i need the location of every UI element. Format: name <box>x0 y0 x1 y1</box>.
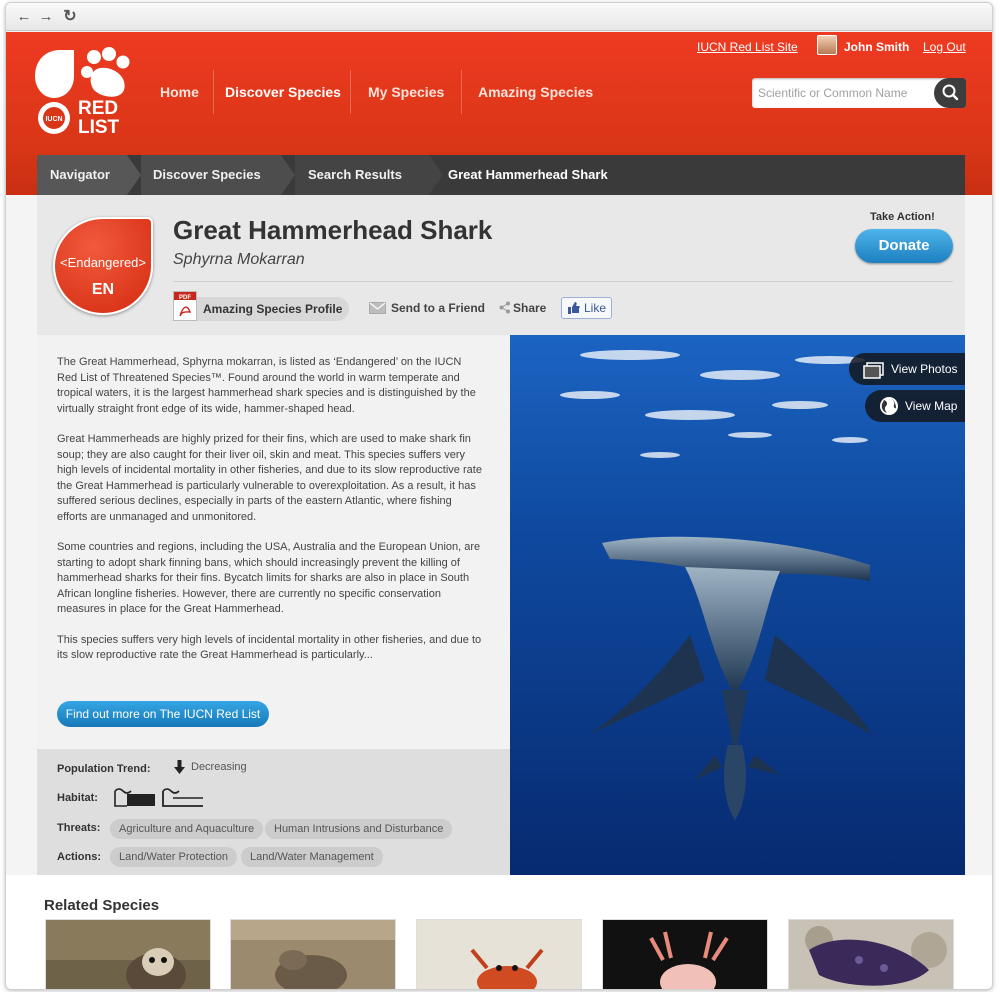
logo-text-red: RED <box>78 98 118 119</box>
species-photo[interactable]: View Photos View Map <box>510 335 965 875</box>
species-facts: Population Trend: Decreasing Habitat: Th… <box>37 749 510 875</box>
related-species-thumbnail[interactable] <box>788 919 954 989</box>
breadcrumb-separator <box>127 155 141 195</box>
send-to-friend-link[interactable]: Send to a Friend <box>391 301 485 315</box>
related-species-thumbnail[interactable] <box>45 919 211 989</box>
threats-label: Threats: <box>57 822 101 834</box>
nav-divider <box>213 70 214 114</box>
species-profile-button[interactable]: PDF Amazing Species Profile <box>173 291 349 321</box>
action-tag[interactable]: Land/Water Management <box>241 847 383 867</box>
browser-window: ← → ↻ IUCN RED LIST Home Discover Specie… <box>5 2 993 990</box>
nav-amazing-species[interactable]: Amazing Species <box>478 84 593 100</box>
find-more-button[interactable]: Find out more on The IUCN Red List <box>57 701 269 727</box>
description-paragraph: The Great Hammerhead, Sphyrna mokarran, … <box>57 356 476 415</box>
species-header-panel: <Endangered> EN Great Hammerhead Shark S… <box>37 195 965 335</box>
arrow-right-icon[interactable]: → <box>36 7 56 27</box>
threat-tag[interactable]: Agriculture and Aquaculture <box>110 819 264 839</box>
page-title: Great Hammerhead Shark <box>173 215 493 245</box>
status-badge: <Endangered> EN <box>53 217 153 315</box>
breadcrumb-search-results[interactable]: Search Results <box>308 155 402 195</box>
actions-label: Actions: <box>57 851 101 863</box>
arrow-down-icon <box>174 760 185 779</box>
divider <box>173 281 953 282</box>
user-name[interactable]: John Smith <box>844 40 909 54</box>
scientific-name: Sphyrna Mokarran <box>173 251 305 268</box>
globe-icon <box>879 396 899 428</box>
take-action-label: Take Action! <box>870 211 935 223</box>
photos-icon <box>863 360 885 392</box>
description-paragraph: Some countries and regions, including th… <box>57 541 481 615</box>
related-species-thumbnail[interactable] <box>230 919 396 989</box>
logo-text-list: LIST <box>78 117 120 136</box>
habitat-label: Habitat: <box>57 792 98 804</box>
svg-text:PDF: PDF <box>179 295 191 301</box>
search-icon <box>942 84 959 101</box>
red-list-logo[interactable]: IUCN RED LIST <box>32 46 142 138</box>
breadcrumb-separator <box>281 155 295 195</box>
description-paragraph: Great Hammerheads are highly prized for … <box>57 433 482 523</box>
population-trend-value: Decreasing <box>191 761 247 773</box>
search-input[interactable] <box>758 84 928 102</box>
nav-home[interactable]: Home <box>160 84 199 100</box>
breadcrumb-current: Great Hammerhead Shark <box>448 167 608 182</box>
nav-discover-species[interactable]: Discover Species <box>225 84 341 100</box>
status-label: <Endangered> <box>59 255 147 270</box>
arrow-left-icon[interactable]: ← <box>14 7 34 27</box>
search-button[interactable] <box>934 78 966 108</box>
view-map-label: View Map <box>905 399 958 413</box>
pdf-icon: PDF <box>173 291 197 321</box>
threat-tag[interactable]: Human Intrusions and Disturbance <box>265 819 453 839</box>
related-species-section: Related Species <box>6 875 992 989</box>
like-button[interactable]: Like <box>561 297 612 319</box>
view-map-button[interactable]: View Map <box>865 390 965 422</box>
view-photos-button[interactable]: View Photos <box>849 353 965 385</box>
breadcrumb-separator <box>429 155 443 195</box>
related-species-thumbnail[interactable] <box>602 919 768 989</box>
iucn-seal-text: IUCN <box>45 116 62 123</box>
coastal-habitat-icon <box>161 786 205 813</box>
status-code: EN <box>91 281 115 298</box>
share-icon <box>499 301 511 319</box>
search-box <box>752 78 966 108</box>
breadcrumb: Navigator Discover Species Search Result… <box>37 155 965 195</box>
browser-toolbar: ← → ↻ <box>6 3 992 31</box>
iucn-site-link[interactable]: IUCN Red List Site <box>697 40 798 54</box>
action-tag[interactable]: Land/Water Protection <box>110 847 238 867</box>
view-photos-label: View Photos <box>891 362 958 376</box>
species-description: The Great Hammerhead, Sphyrna mokarran, … <box>37 335 510 749</box>
avatar[interactable] <box>817 35 837 55</box>
logout-link[interactable]: Log Out <box>923 40 966 54</box>
nav-my-species[interactable]: My Species <box>368 84 444 100</box>
envelope-icon <box>369 301 386 319</box>
like-label: Like <box>584 301 607 315</box>
nav-divider <box>350 70 351 114</box>
population-trend-label: Population Trend: <box>57 763 151 775</box>
reload-icon[interactable]: ↻ <box>60 7 80 27</box>
breadcrumb-navigator[interactable]: Navigator <box>50 155 110 195</box>
species-profile-label: Amazing Species Profile <box>203 302 343 316</box>
description-text: The Great Hammerhead, Sphyrna mokarran, … <box>57 355 483 679</box>
nav-divider <box>461 70 462 114</box>
donate-button[interactable]: Donate <box>855 229 953 263</box>
marine-habitat-icon <box>113 786 157 813</box>
related-species-title: Related Species <box>44 897 160 914</box>
share-link[interactable]: Share <box>513 301 546 315</box>
breadcrumb-discover-species[interactable]: Discover Species <box>153 155 261 195</box>
thumbs-up-icon <box>568 302 580 317</box>
description-paragraph: This species suffers very high levels of… <box>57 633 482 662</box>
related-species-thumbnail[interactable] <box>416 919 582 989</box>
